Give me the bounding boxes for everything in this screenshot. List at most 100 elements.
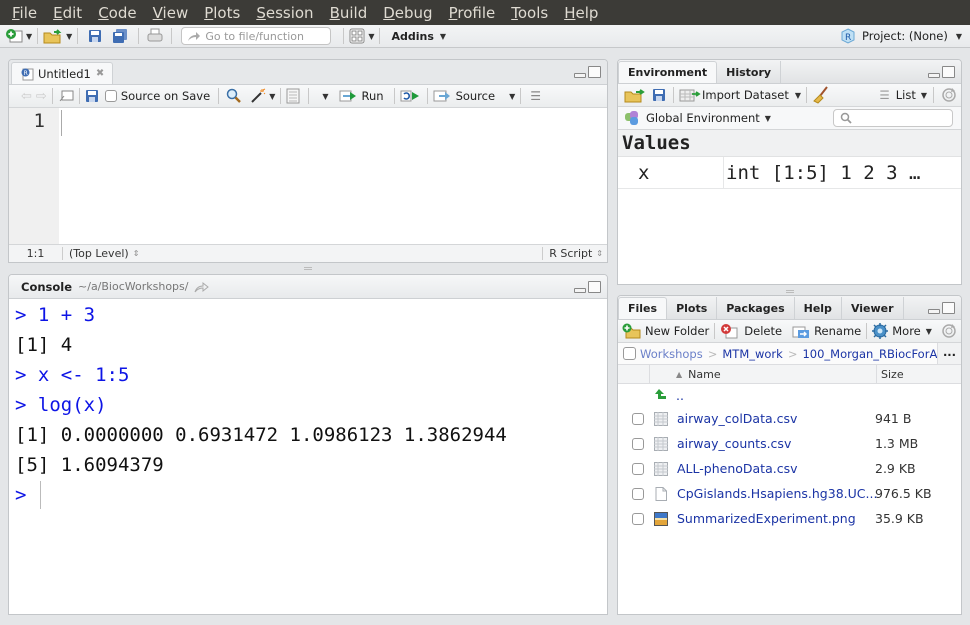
project-button[interactable]: R Project: (None) ▼ [840,28,962,44]
refresh-icon[interactable] [941,87,957,103]
addins-button[interactable]: Addins ▼ [391,30,446,43]
rerun-icon[interactable] [400,89,422,103]
compile-report-icon[interactable] [286,88,300,104]
breadcrumb-item[interactable]: MTM_work [722,347,782,361]
view-mode-button[interactable]: ☰ List ▼ [879,88,927,102]
file-checkbox[interactable] [632,412,644,425]
scope-selector[interactable]: (Top Level) ⇕ [69,247,139,260]
delete-button[interactable]: Delete [720,323,782,339]
menu-code[interactable]: Code [90,4,144,22]
tab-packages[interactable]: Packages [717,297,795,319]
save-icon[interactable] [85,89,99,103]
menu-view[interactable]: View [145,4,197,22]
parent-directory-row[interactable]: .. [618,384,961,406]
file-row[interactable]: airway_counts.csv 1.3 MB [618,431,961,456]
menu-build[interactable]: Build [322,4,376,22]
tab-files[interactable]: Files [618,297,668,319]
minimize-pane-button[interactable] [928,73,940,78]
load-workspace-icon[interactable] [624,87,646,103]
more-button[interactable]: More ▼ [872,323,932,339]
code-editor[interactable] [59,108,607,244]
minimize-pane-button[interactable] [574,73,586,78]
maximize-pane-button[interactable] [942,302,955,314]
console-output[interactable]: > 1 + 3 [1] 4 > x <- 1:5 > log(x) [1] 0.… [9,299,607,510]
tab-untitled1[interactable]: R Untitled1 ✖ [11,62,114,84]
sort-by-size-header[interactable]: Size [876,365,961,383]
select-all-checkbox[interactable] [623,347,636,360]
source-dropdown[interactable]: ▼ [509,92,515,101]
import-dataset-button[interactable]: Import Dataset ▼ [679,88,801,102]
save-all-icon[interactable] [111,28,129,44]
global-environment-selector[interactable]: Global Environment ▼ [646,111,771,125]
file-row[interactable]: airway_colData.csv 941 B [618,406,961,431]
run-button[interactable]: Run [339,89,384,103]
file-checkbox[interactable] [632,437,644,450]
back-arrow-icon[interactable]: ⇦ [21,89,32,104]
minimize-pane-button[interactable] [928,309,940,314]
code-tools-button[interactable]: ▼ [250,88,275,104]
file-name[interactable]: ALL-phenoData.csv [677,461,875,476]
console-prompt-line[interactable]: > [9,480,607,510]
forward-arrow-icon[interactable]: ⇨ [36,89,47,104]
menu-edit[interactable]: Edit [45,4,90,22]
document-outline-icon[interactable]: ☰ [530,89,541,103]
breadcrumb-item[interactable]: 100_Morgan_RBiocForAll [802,347,943,361]
more-path-button[interactable]: ... [937,343,961,364]
go-to-file-input[interactable]: Go to file/function [181,27,332,45]
breadcrumb-item[interactable]: Workshops [640,347,703,361]
tab-viewer[interactable]: Viewer [842,297,904,319]
file-row[interactable]: SummarizedExperiment.png 35.9 KB [618,506,961,531]
tab-environment[interactable]: Environment [618,61,718,83]
file-row[interactable]: ALL-phenoData.csv 2.9 KB [618,456,961,481]
environment-search-input[interactable] [833,109,953,127]
close-tab-icon[interactable]: ✖ [96,68,104,79]
broom-icon[interactable] [812,86,830,104]
menu-session[interactable]: Session [248,4,321,22]
new-folder-button[interactable]: New Folder [622,323,709,339]
menu-file[interactable]: File [4,4,45,22]
save-icon[interactable] [87,28,103,44]
tab-history[interactable]: History [717,61,782,83]
file-name[interactable]: airway_colData.csv [677,411,875,426]
search-icon[interactable] [226,88,242,104]
run-icon [339,90,356,102]
menu-help[interactable]: Help [556,4,606,22]
sort-by-name-header[interactable]: ▲ Name [676,368,876,381]
file-checkbox[interactable] [632,512,644,525]
pane-splitter-handle[interactable] [786,290,794,293]
file-checkbox[interactable] [632,487,644,500]
maximize-pane-button[interactable] [942,66,955,78]
file-name[interactable]: SummarizedExperiment.png [677,511,875,526]
refresh-icon[interactable] [941,323,957,339]
parent-directory-link[interactable]: .. [676,388,684,403]
menu-profile[interactable]: Profile [441,4,504,22]
tab-plots[interactable]: Plots [667,297,718,319]
go-to-directory-icon[interactable] [194,281,210,293]
editor-area[interactable]: 1 [9,108,607,244]
menu-debug[interactable]: Debug [375,4,440,22]
save-workspace-icon[interactable] [652,87,668,103]
maximize-pane-button[interactable] [588,66,601,78]
file-name[interactable]: CpGislands.Hsapiens.hg38.UC... [677,486,877,501]
pane-splitter-handle[interactable] [304,267,312,270]
source-on-save-checkbox[interactable] [104,90,117,102]
environment-row[interactable]: x int [1:5] 1 2 3 … [618,157,961,189]
new-file-button[interactable]: ▼ [5,28,32,44]
source-button[interactable]: Source [433,89,495,103]
minimize-pane-button[interactable] [574,288,586,293]
file-row[interactable]: CpGislands.Hsapiens.hg38.UC... 976.5 KB [618,481,961,506]
print-icon[interactable] [146,28,164,44]
menu-plots[interactable]: Plots [196,4,248,22]
workspace-panes-button[interactable]: ▼ [349,28,374,44]
file-checkbox[interactable] [632,462,644,475]
insert-chunk-dropdown[interactable]: ▼ [322,92,328,101]
maximize-pane-button[interactable] [588,281,601,293]
rename-button[interactable]: Rename [792,323,861,339]
open-file-button[interactable]: ▼ [43,28,72,44]
tab-help[interactable]: Help [795,297,842,319]
show-in-window-icon[interactable] [58,89,74,103]
delete-icon [721,324,738,339]
file-name[interactable]: airway_counts.csv [677,436,875,451]
menu-tools[interactable]: Tools [503,4,556,22]
filetype-selector[interactable]: R Script ⇕ [542,247,603,260]
